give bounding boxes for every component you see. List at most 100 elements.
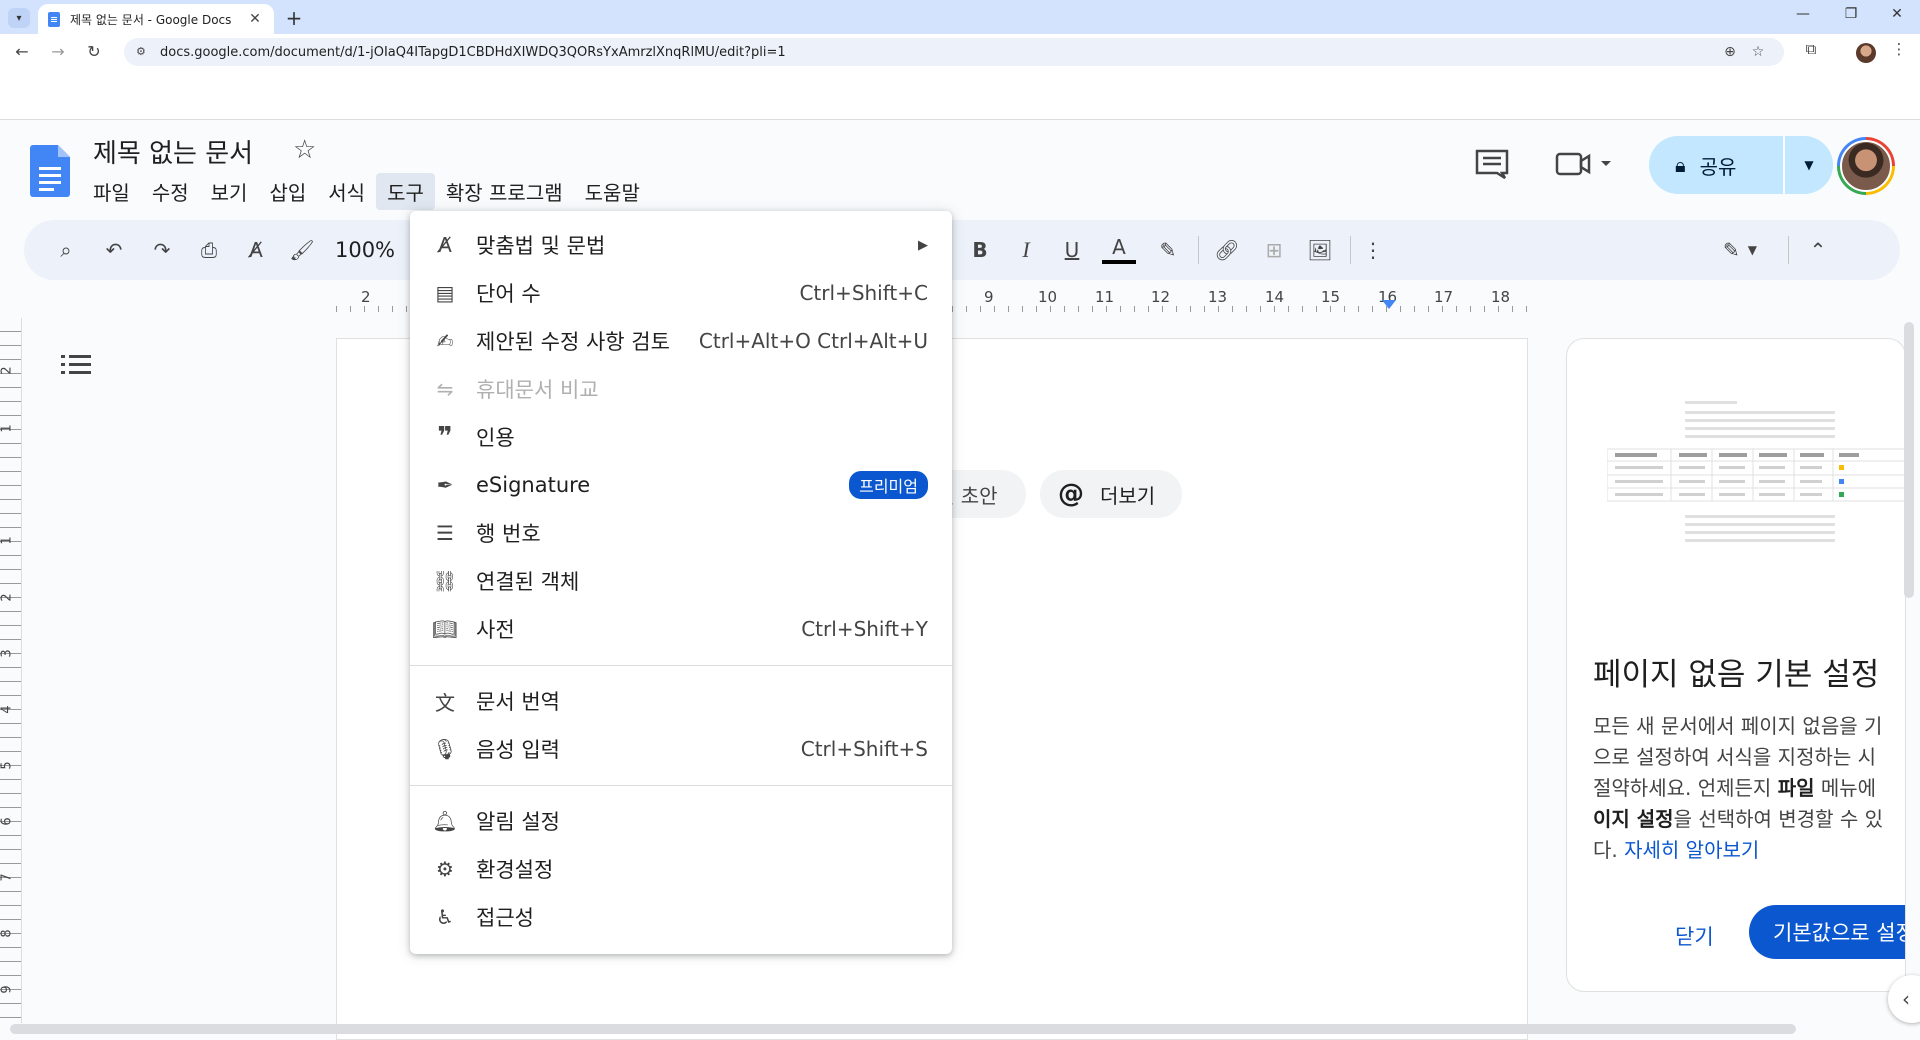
bell-icon: 🔔︎	[432, 809, 458, 833]
word-count-icon: ▤	[435, 281, 455, 305]
chrome-menu-icon[interactable]: ⋮	[1886, 40, 1912, 58]
document-outline-icon[interactable]	[60, 352, 92, 378]
menu-item-translate-document[interactable]: 文 문서 번역	[410, 677, 952, 725]
restore-button[interactable]: ❐	[1836, 6, 1866, 22]
menu-item-spelling-grammar[interactable]: A̸ 맞춤법 및 문법 ▶	[410, 221, 952, 269]
menu-item-preferences[interactable]: ⚙ 환경설정	[410, 845, 952, 893]
menu-item-review-suggested-edits[interactable]: ✍ 제안된 수정 사항 검토 Ctrl+Alt+O Ctrl+Alt+U	[410, 317, 952, 365]
vruler-number: 1	[0, 536, 15, 545]
menu-item-label: 문서 번역	[476, 690, 560, 714]
ruler-number: 17	[1434, 288, 1454, 306]
underline-button[interactable]: U	[1056, 234, 1088, 266]
panel-text: 다.	[1593, 838, 1625, 862]
tab-close-icon[interactable]: ✕	[246, 11, 264, 27]
address-bar[interactable]: ⚙ docs.google.com/document/d/1-jOIaQ4ITa…	[124, 38, 1784, 66]
zoom-select[interactable]: 100%	[334, 234, 396, 266]
menu-item-accessibility[interactable]: ♿︎ 접근성	[410, 893, 952, 941]
right-indent-marker[interactable]	[1382, 300, 1396, 309]
vruler-number: 3	[0, 649, 15, 658]
meet-video-icon[interactable]	[1555, 149, 1615, 179]
menu-item-line-numbers[interactable]: ☰ 행 번호	[410, 509, 952, 557]
at-sign-icon: @	[1058, 479, 1084, 509]
share-dropdown-button[interactable]: ▼	[1785, 136, 1833, 194]
menu-tools[interactable]: 도구	[376, 173, 435, 210]
chevron-left-icon: ‹	[1902, 987, 1910, 1011]
line-numbers-icon: ☰	[436, 521, 454, 545]
tools-menu: A̸ 맞춤법 및 문법 ▶ ▤ 단어 수 Ctrl+Shift+C ✍ 제안된 …	[410, 211, 952, 954]
panel-text-line: 모든 새 문서에서 페이지 없음을 기	[1593, 714, 1883, 738]
account-avatar[interactable]	[1837, 137, 1895, 195]
more-chip[interactable]: @ 더보기	[1040, 470, 1182, 518]
menu-insert[interactable]: 삽입	[258, 173, 317, 210]
spellcheck-icon[interactable]: A̸	[240, 234, 272, 266]
print-icon[interactable]: ⎙	[192, 234, 226, 266]
collapse-toolbar-icon[interactable]: ⌃	[1802, 234, 1834, 266]
vertical-scrollbar[interactable]	[1904, 322, 1914, 598]
signature-icon: ✒	[436, 473, 454, 497]
learn-more-link[interactable]: 자세히 알아보기	[1624, 838, 1759, 862]
comment-history-icon[interactable]	[1474, 149, 1510, 179]
share-button[interactable]: 🔒︎ 공유	[1649, 136, 1783, 194]
italic-button[interactable]: I	[1010, 234, 1042, 266]
undo-icon[interactable]: ↶	[98, 234, 130, 266]
back-button[interactable]: ←	[10, 41, 34, 63]
menu-file[interactable]: 파일	[82, 173, 141, 210]
menu-item-citations[interactable]: ❞ 인용	[410, 413, 952, 461]
menu-item-notification-settings[interactable]: 🔔︎ 알림 설정	[410, 797, 952, 845]
menu-item-esignature[interactable]: ✒ eSignature 프리미엄	[410, 461, 952, 509]
redo-icon[interactable]: ↷	[146, 234, 178, 266]
menu-format[interactable]: 서식	[317, 173, 376, 210]
more-options-icon[interactable]: ⋮	[1358, 234, 1388, 266]
url-text[interactable]: docs.google.com/document/d/1-jOIaQ4ITapg…	[160, 45, 1716, 60]
new-tab-button[interactable]: +	[282, 6, 306, 30]
search-menus-icon[interactable]: ⌕	[48, 234, 84, 266]
zoom-icon[interactable]: ⊕	[1716, 44, 1744, 60]
text-color-button[interactable]: A	[1102, 234, 1136, 264]
close-button[interactable]: 닫기	[1675, 921, 1714, 951]
menu-item-compare-documents[interactable]: ⇋ 휴대문서 비교	[410, 365, 952, 413]
vruler-number: 6	[0, 817, 15, 826]
insert-image-icon[interactable]: 🖼︎	[1304, 234, 1336, 266]
menu-extensions[interactable]: 확장 프로그램	[435, 173, 574, 210]
chip-label: 더보기	[1100, 483, 1156, 508]
profile-avatar[interactable]	[1856, 43, 1876, 63]
menu-item-dictionary[interactable]: 📖︎ 사전 Ctrl+Shift+Y	[410, 605, 952, 653]
editing-toolbar: ⌕ ↶ ↷ ⎙ A̸ 🖌︎ 100% B I U A ✎ 🔗︎ ⊞ 🖼︎ ⋮ ✎…	[24, 220, 1900, 280]
menu-edit[interactable]: 수정	[141, 173, 200, 210]
browser-tab[interactable]: 제목 없는 문서 - Google Docs ✕	[38, 4, 274, 34]
pageless-illustration	[1607, 401, 1905, 542]
menu-item-shortcut: Ctrl+Alt+O Ctrl+Alt+U	[698, 329, 928, 353]
window-close-button[interactable]: ✕	[1882, 6, 1912, 22]
extensions-icon[interactable]: ⧉	[1798, 40, 1824, 58]
panel-text-line: 다. 자세히 알아보기	[1593, 835, 1905, 866]
ruler-number: 2	[361, 288, 371, 306]
horizontal-scrollbar[interactable]	[10, 1024, 1796, 1034]
set-default-button[interactable]: 기본값으로 설정	[1749, 905, 1905, 959]
menu-help[interactable]: 도움말	[574, 173, 651, 210]
paint-format-icon[interactable]: 🖌︎	[286, 234, 318, 266]
menu-item-linked-objects[interactable]: ⛓ 연결된 객체	[410, 557, 952, 605]
tab-search-button[interactable]: ▾	[8, 8, 30, 28]
add-comment-icon[interactable]: ⊞	[1258, 234, 1290, 266]
toolbar-divider	[1198, 236, 1199, 264]
insert-link-icon[interactable]: 🔗︎	[1210, 234, 1244, 266]
menu-item-voice-typing[interactable]: 🎙︎ 음성 입력 Ctrl+Shift+S	[410, 725, 952, 773]
menu-view[interactable]: 보기	[200, 173, 259, 210]
highlight-icon[interactable]: ✎	[1152, 234, 1184, 266]
menu-item-label: 연결된 객체	[476, 570, 580, 594]
star-icon[interactable]: ☆	[293, 135, 316, 165]
menu-item-word-count[interactable]: ▤ 단어 수 Ctrl+Shift+C	[410, 269, 952, 317]
reload-button[interactable]: ↻	[82, 41, 106, 63]
document-title[interactable]: 제목 없는 문서	[93, 133, 253, 170]
forward-button[interactable]: →	[46, 41, 70, 63]
site-info-icon[interactable]: ⚙	[136, 45, 150, 59]
docs-logo-icon[interactable]	[30, 145, 70, 197]
toolbar-divider	[1788, 236, 1789, 264]
toolbar-divider	[1350, 236, 1351, 264]
bold-button[interactable]: B	[964, 234, 996, 266]
vertical-ruler[interactable]: 2 1 1 2 3 4 5 6 7 8 9	[0, 318, 22, 1023]
bookmark-star-icon[interactable]: ☆	[1744, 44, 1772, 60]
caret-down-icon: ▼	[1804, 158, 1814, 172]
editing-mode-icon[interactable]: ✎ ▼	[1712, 234, 1768, 266]
minimize-button[interactable]: —	[1788, 6, 1818, 22]
